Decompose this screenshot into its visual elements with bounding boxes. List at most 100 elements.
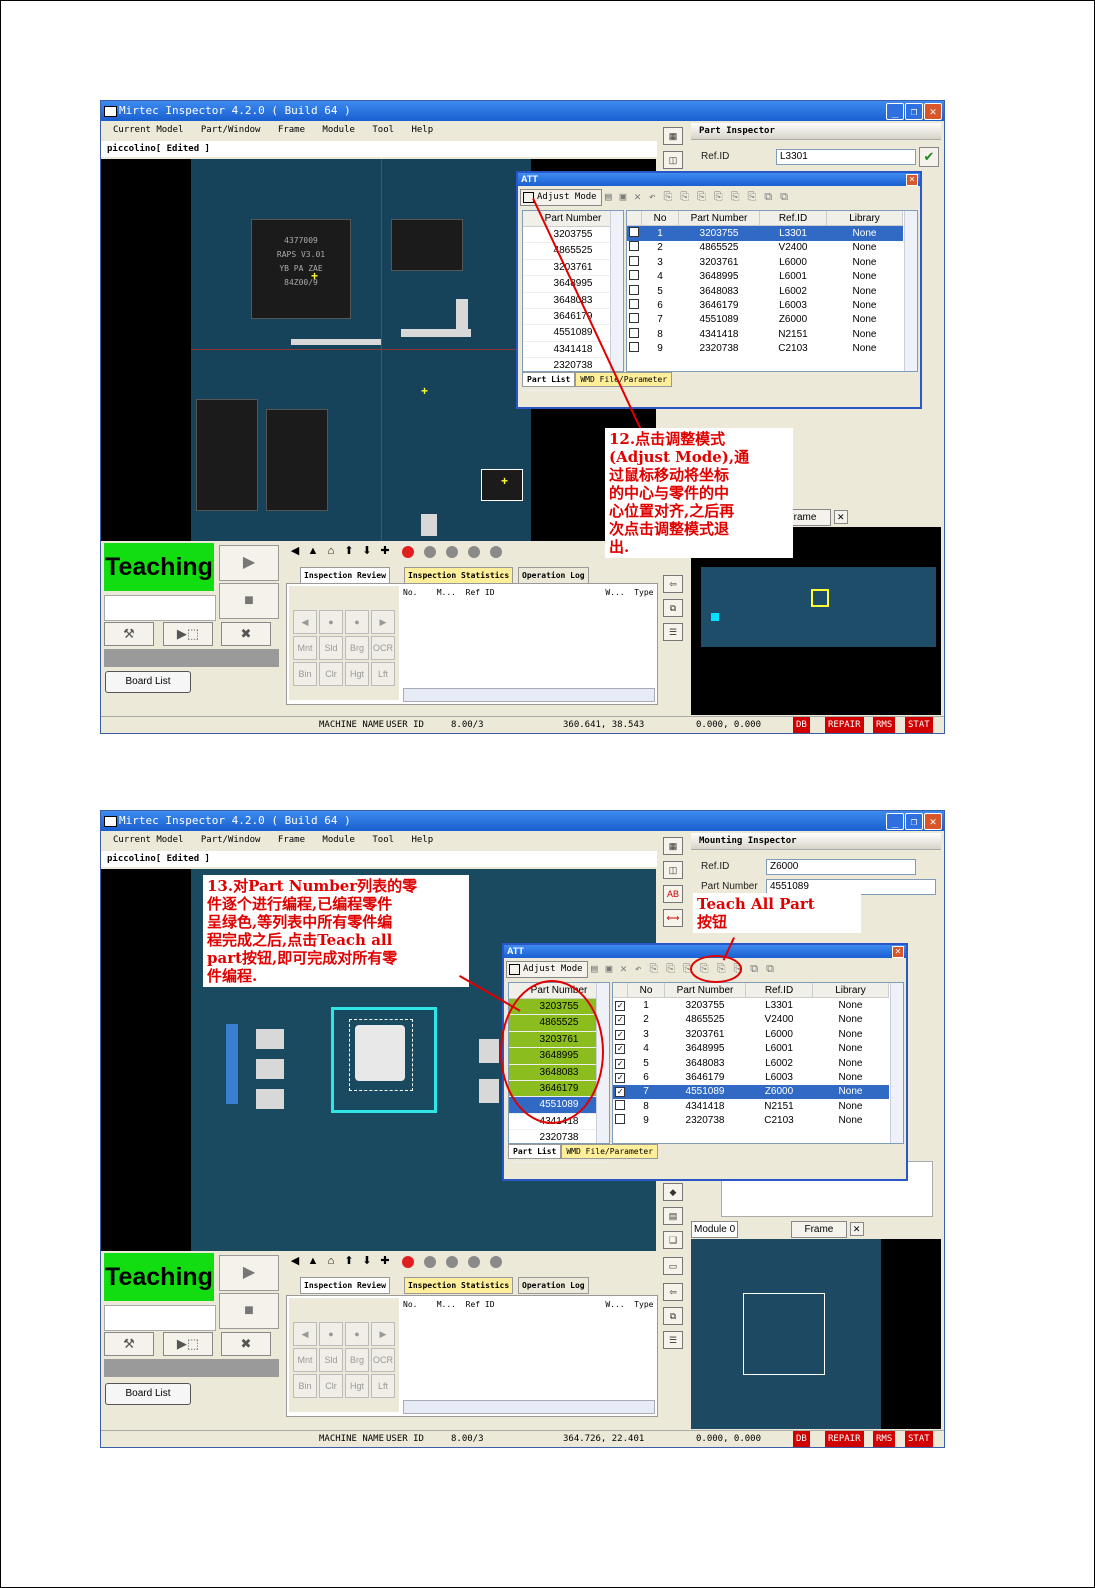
att-tool-icons[interactable]: ▤▣✕↶⎘⎘⎘⎘⎘⎘⧉⧉ [605, 188, 796, 206]
key-lft[interactable]: Lft [371, 662, 395, 686]
status-dot-icon[interactable] [446, 1256, 459, 1268]
table-row[interactable]: 1 3203755 L3301 None [627, 225, 903, 241]
row-checkbox[interactable] [629, 270, 640, 281]
home-icon[interactable]: ⌂ [322, 1255, 340, 1267]
apply-check-icon[interactable]: ✔ [919, 147, 939, 167]
menu-current-model[interactable]: Current Model [113, 835, 183, 845]
tab-inspection-review[interactable]: Inspection Review [300, 567, 390, 584]
col-ref-id[interactable]: Ref ID [466, 1300, 495, 1309]
table-row[interactable]: 4 3648995 L6001 None [627, 270, 903, 284]
table-row[interactable]: ✓ 1 3203755 L3301 None [613, 998, 889, 1013]
selected-part[interactable] [355, 1025, 405, 1081]
module-selector[interactable]: Module 0 [691, 1221, 739, 1238]
key-hgt[interactable]: Hgt [345, 1374, 369, 1398]
tab-operation-log[interactable]: Operation Log [518, 567, 589, 584]
status-dot-icon[interactable] [468, 546, 481, 558]
camera-icon[interactable]: ◫ [663, 861, 683, 879]
key-bin[interactable]: Bin [293, 662, 317, 686]
menu-part-window[interactable]: Part/Window [201, 835, 261, 845]
menu-help[interactable]: Help [411, 125, 433, 135]
table-row[interactable]: ✓ 4 3648995 L6001 None [613, 1042, 889, 1056]
circle-key[interactable]: ● [345, 1322, 369, 1346]
menu-tool[interactable]: Tool [372, 125, 394, 135]
stop-button[interactable]: ■ [219, 1293, 279, 1329]
row-checkbox[interactable]: ✓ [615, 1015, 626, 1026]
col-no[interactable]: No. [403, 1300, 417, 1309]
part-number-item[interactable]: 3203755 [523, 227, 623, 244]
row-checkbox[interactable] [629, 342, 640, 353]
status-dot-icon[interactable] [468, 1256, 481, 1268]
table-row[interactable]: ✓ 6 3646179 L6003 None [613, 1070, 889, 1084]
part-number-item[interactable]: 3646179 [523, 309, 623, 326]
key-sld[interactable]: Sld [319, 636, 343, 660]
up-icon[interactable]: ▲ [304, 545, 322, 557]
close-button[interactable]: ✕ [924, 103, 942, 120]
menu-frame[interactable]: Frame [278, 835, 305, 845]
copy-icon[interactable]: ⧉ [663, 599, 683, 617]
right-key[interactable]: ▶ [371, 1322, 395, 1346]
col-type[interactable]: Type [634, 588, 653, 597]
left-key[interactable]: ◀ [293, 1322, 317, 1346]
row-checkbox[interactable]: ✓ [615, 1029, 626, 1040]
move-left-icon[interactable]: ⇦ [663, 575, 683, 593]
grid-scrollbar[interactable] [904, 211, 917, 371]
circle-key[interactable]: ● [345, 610, 369, 634]
col-part-number[interactable]: Part Number [678, 211, 760, 227]
key-lft[interactable]: Lft [371, 1374, 395, 1398]
tab-operation-log[interactable]: Operation Log [518, 1277, 589, 1294]
row-checkbox[interactable]: ✓ [615, 1044, 626, 1055]
monitor-icon[interactable]: ▭ [663, 1257, 683, 1275]
frame-button[interactable]: Frame [790, 1221, 847, 1238]
key-clr[interactable]: Clr [319, 662, 343, 686]
tool-settings-button[interactable]: ⚒ [104, 622, 154, 646]
ref-id-field[interactable]: Z6000 [766, 859, 916, 875]
row-checkbox[interactable]: ✓ [615, 1058, 626, 1069]
move-left-icon[interactable]: ⇦ [663, 1283, 683, 1301]
part-number-item[interactable]: 3648083 [523, 293, 623, 309]
tab-part-list[interactable]: Part List [508, 1144, 562, 1159]
part-number-item[interactable]: 4551089 [523, 325, 623, 342]
menu-module[interactable]: Module [322, 125, 355, 135]
document-icon[interactable]: ▤ [663, 1207, 683, 1225]
row-checkbox[interactable] [629, 227, 640, 238]
prev-icon[interactable]: ◀ [286, 1254, 304, 1267]
add-icon[interactable]: ✚ [376, 544, 394, 557]
col-part-number[interactable]: Part Number [664, 983, 746, 999]
layers-icon[interactable]: ❑ [663, 1231, 683, 1249]
table-row[interactable]: 9 2320738 C2103 None [627, 342, 903, 356]
menu-help[interactable]: Help [411, 835, 433, 845]
table-row[interactable]: ✓ 5 3648083 L6002 None [613, 1056, 889, 1070]
tab-inspection-statistics[interactable]: Inspection Statistics [404, 1277, 514, 1294]
text-ab-icon[interactable]: AB [663, 885, 683, 903]
col-type[interactable]: Type [634, 1300, 653, 1309]
db-badge[interactable]: DB [793, 1431, 810, 1447]
row-checkbox[interactable] [629, 255, 640, 266]
col-ref-id[interactable]: Ref.ID [745, 983, 813, 999]
row-checkbox[interactable] [629, 241, 640, 252]
tool-settings-button[interactable]: ⚒ [104, 1332, 154, 1356]
delete-button[interactable]: ✖ [221, 622, 271, 646]
arrow-up-icon[interactable]: ⬆ [340, 544, 358, 557]
col-no[interactable]: No [641, 211, 679, 227]
menu-frame[interactable]: Frame [278, 125, 305, 135]
row-checkbox[interactable]: ✓ [615, 1001, 626, 1012]
col-m[interactable]: M... [437, 1300, 456, 1309]
tab-inspection-review[interactable]: Inspection Review [300, 1277, 390, 1294]
key-brg[interactable]: Brg [345, 1348, 369, 1372]
att-close-button[interactable]: ✕ [906, 174, 918, 186]
camera-icon[interactable]: ◫ [663, 151, 683, 169]
col-no[interactable]: No [627, 983, 665, 999]
col-w[interactable]: W... [605, 1300, 624, 1309]
col-library[interactable]: Library [826, 211, 903, 227]
row-checkbox[interactable] [615, 1099, 626, 1110]
att-tool-icons[interactable]: ▤▣✕↶⎘⎘⎘⎘⎘⎘⧉⧉ [591, 960, 782, 978]
key-ocr[interactable]: OCR [371, 636, 395, 660]
minimize-button[interactable]: _ [886, 103, 904, 120]
prev-icon[interactable]: ◀ [286, 544, 304, 557]
rms-badge[interactable]: RMS [873, 717, 896, 733]
run-button[interactable]: ▶ [219, 1255, 279, 1291]
circle-key[interactable]: ● [319, 610, 343, 634]
key-hgt[interactable]: Hgt [345, 662, 369, 686]
row-checkbox[interactable] [629, 327, 640, 338]
table-row[interactable]: 7 4551089 Z6000 None [627, 313, 903, 327]
